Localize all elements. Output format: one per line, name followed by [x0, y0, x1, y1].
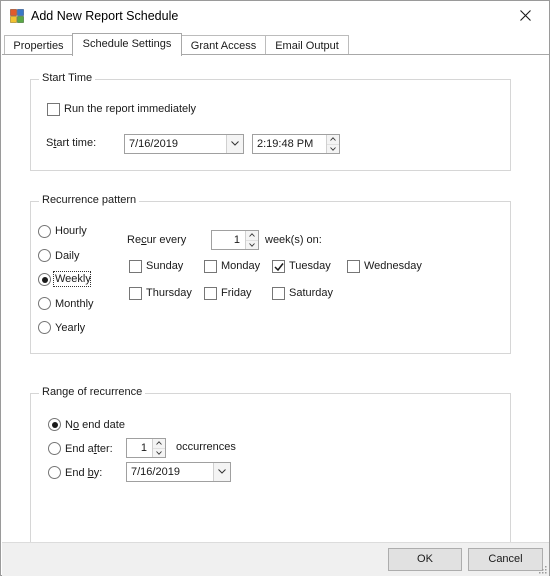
ok-button[interactable]: OK — [388, 548, 462, 571]
chevron-down-icon — [330, 147, 336, 151]
checkmark-icon — [274, 263, 284, 272]
chevron-up-icon — [249, 233, 255, 237]
no-end-date-radio[interactable] — [48, 418, 61, 431]
chevron-down-icon — [156, 451, 162, 455]
spin-down-button[interactable] — [246, 240, 258, 249]
tab-properties[interactable]: Properties — [4, 35, 73, 56]
end-by-date-picker[interactable]: 7/16/2019 — [126, 462, 231, 482]
friday-label: Friday — [221, 287, 252, 299]
title-bar[interactable]: Add New Report Schedule — [1, 1, 549, 32]
weeks-on-label: week(s) on: — [265, 234, 322, 246]
chevron-up-icon — [156, 441, 162, 445]
spin-up-button[interactable] — [246, 231, 258, 240]
monthly-radio[interactable] — [38, 297, 51, 310]
end-after-value: 1 — [140, 442, 147, 454]
start-time-label: Start time: — [46, 137, 97, 149]
spin-down-button[interactable] — [327, 144, 339, 153]
thursday-checkbox[interactable] — [129, 287, 142, 300]
tuesday-checkbox[interactable] — [272, 260, 285, 273]
end-after-label: End after: — [65, 443, 113, 455]
close-button[interactable] — [503, 1, 549, 32]
sunday-label: Sunday — [146, 260, 184, 272]
spin-down-button[interactable] — [153, 448, 165, 457]
recurrence-pattern-group: Recurrence pattern Hourly Daily Weekly M… — [30, 194, 511, 354]
daily-radio[interactable] — [38, 249, 51, 262]
run-immediately-checkbox[interactable] — [47, 103, 60, 116]
chevron-up-icon — [330, 137, 336, 141]
hourly-label: Hourly — [55, 225, 87, 237]
end-after-spinner[interactable]: 1 — [126, 438, 166, 458]
chevron-down-icon — [249, 243, 255, 247]
resize-grip-icon[interactable] — [537, 564, 547, 574]
start-time-group: Start Time Run the report immediately St… — [30, 72, 511, 171]
tab-grant-access[interactable]: Grant Access — [181, 35, 266, 56]
range-of-recurrence-group: Range of recurrence No end date End afte… — [30, 386, 511, 544]
recur-every-label: Recur every — [127, 234, 187, 246]
report-app-icon — [10, 9, 24, 23]
recur-every-value: 1 — [233, 234, 240, 246]
recur-every-spin-buttons[interactable] — [245, 231, 258, 249]
hourly-radio[interactable] — [38, 225, 51, 238]
start-time-spin-buttons[interactable] — [326, 135, 339, 153]
friday-checkbox[interactable] — [204, 287, 217, 300]
yearly-radio[interactable] — [38, 321, 51, 334]
tab-strip: Properties Schedule Settings Grant Acces… — [1, 33, 549, 56]
saturday-checkbox[interactable] — [272, 287, 285, 300]
no-end-date-label: No end date — [65, 419, 125, 431]
sunday-checkbox[interactable] — [129, 260, 142, 273]
monthly-label: Monthly — [55, 298, 94, 310]
thursday-label: Thursday — [146, 287, 192, 299]
end-after-radio[interactable] — [48, 442, 61, 455]
start-time-group-title: Start Time — [39, 72, 96, 84]
saturday-label: Saturday — [289, 287, 334, 299]
monday-checkbox[interactable] — [204, 260, 217, 273]
recurrence-group-title: Recurrence pattern — [39, 194, 140, 206]
end-by-label: End by: — [65, 467, 103, 479]
weekly-label: Weekly — [55, 273, 91, 285]
close-icon — [520, 10, 531, 21]
schedule-settings-page: Start Time Run the report immediately St… — [2, 55, 549, 544]
cancel-button[interactable]: Cancel — [468, 548, 543, 571]
end-after-spin-buttons[interactable] — [152, 439, 165, 457]
weekly-radio[interactable] — [38, 273, 51, 286]
end-by-radio[interactable] — [48, 466, 61, 479]
dialog-window: Add New Report Schedule Properties Sched… — [0, 0, 550, 576]
tab-email-output[interactable]: Email Output — [265, 35, 349, 56]
range-group-title: Range of recurrence — [39, 386, 146, 398]
tuesday-label: Tuesday — [289, 260, 331, 272]
start-time-spinner[interactable]: 2:19:48 PM — [252, 134, 340, 154]
wednesday-label: Wednesday — [364, 260, 422, 272]
run-immediately-label: Run the report immediately — [64, 103, 197, 115]
spin-up-button[interactable] — [153, 439, 165, 448]
start-date-dropdown-button[interactable] — [226, 135, 243, 153]
end-by-dropdown-button[interactable] — [213, 463, 230, 481]
yearly-label: Yearly — [55, 322, 86, 334]
start-time-value: 2:19:48 PM — [257, 138, 314, 150]
recur-every-spinner[interactable]: 1 — [211, 230, 259, 250]
wednesday-checkbox[interactable] — [347, 260, 360, 273]
tab-schedule-settings[interactable]: Schedule Settings — [72, 33, 182, 56]
chevron-down-icon — [218, 469, 226, 474]
chevron-down-icon — [231, 141, 239, 146]
spin-up-button[interactable] — [327, 135, 339, 144]
dialog-footer: OK Cancel — [2, 542, 549, 576]
monday-label: Monday — [221, 260, 261, 272]
start-date-value: 7/16/2019 — [129, 138, 178, 150]
occurrences-label: occurrences — [176, 441, 236, 453]
start-date-picker[interactable]: 7/16/2019 — [124, 134, 244, 154]
end-by-date-value: 7/16/2019 — [131, 466, 180, 478]
window-title: Add New Report Schedule — [31, 9, 179, 23]
daily-label: Daily — [55, 250, 80, 262]
